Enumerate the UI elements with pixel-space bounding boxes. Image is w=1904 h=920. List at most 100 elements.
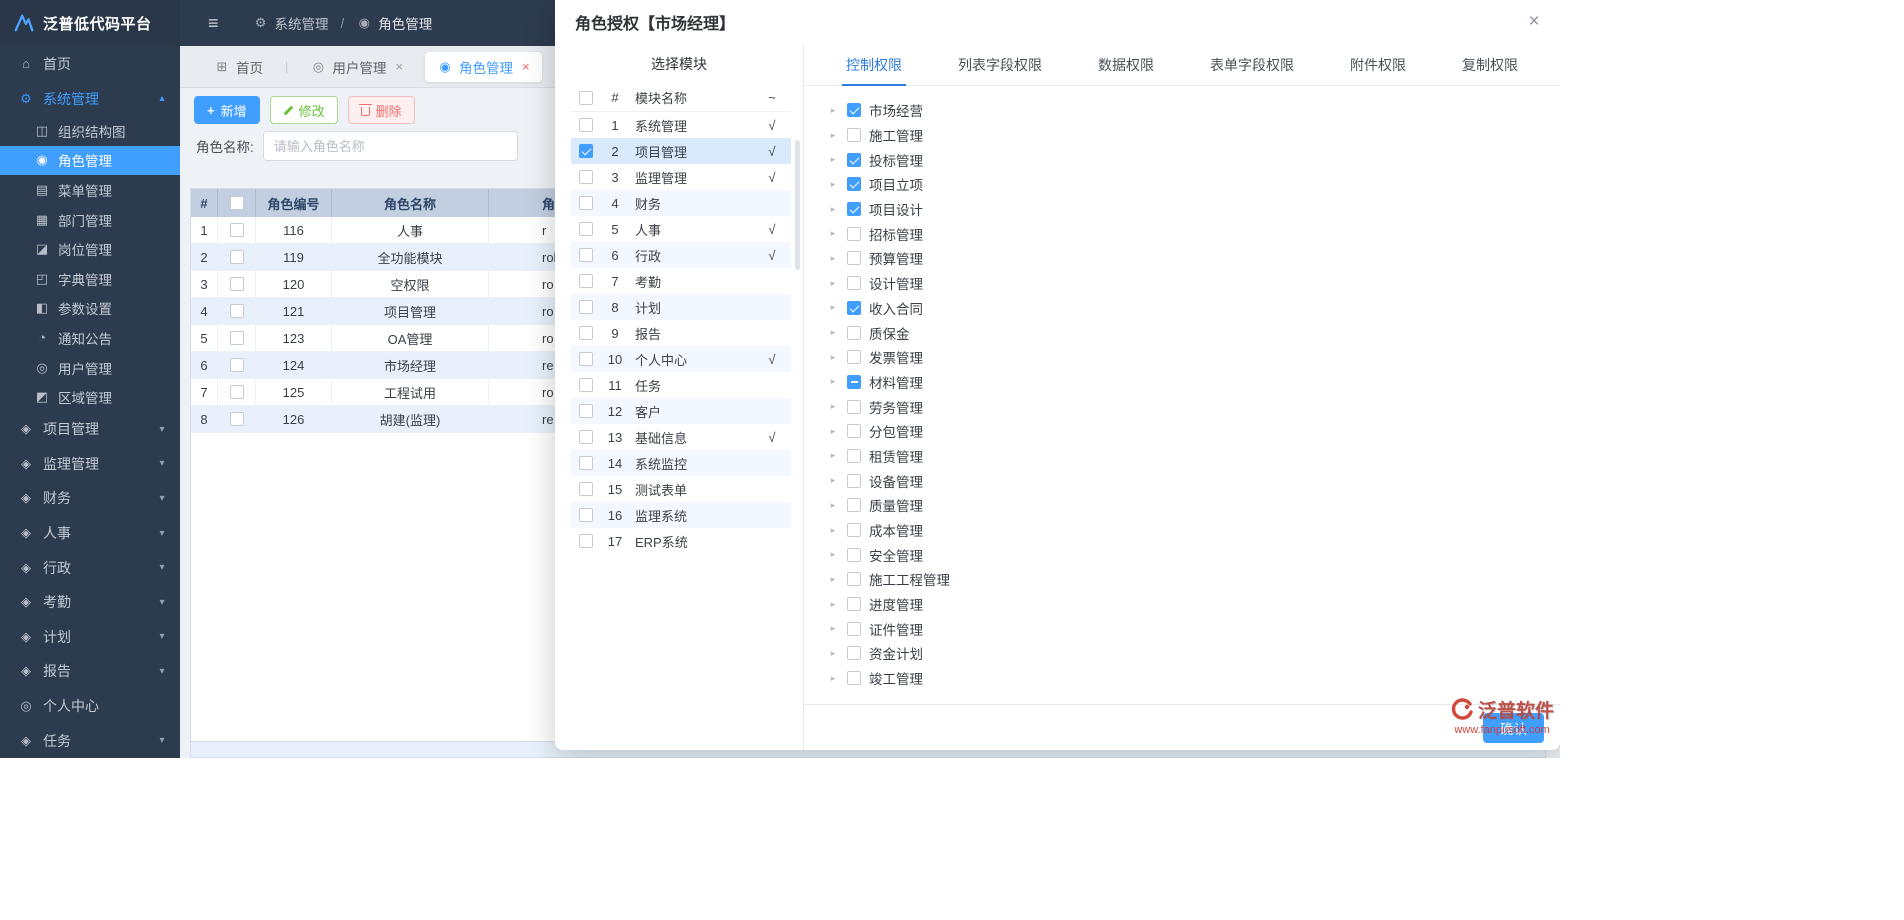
tree-item[interactable]: 发票管理 bbox=[827, 345, 1560, 370]
tree-item[interactable]: 市场经营 bbox=[827, 98, 1560, 123]
module-checkbox[interactable] bbox=[579, 482, 593, 496]
delete-button[interactable]: 删除 bbox=[348, 96, 415, 124]
tree-checkbox[interactable] bbox=[847, 177, 861, 191]
tree-checkbox[interactable] bbox=[847, 424, 861, 438]
tree-item[interactable]: 项目设计 bbox=[827, 197, 1560, 222]
sidebar-subitem[interactable]: 岗位管理 bbox=[0, 234, 180, 264]
caret-right-icon[interactable] bbox=[827, 253, 839, 264]
module-row[interactable]: 7 考勤 bbox=[571, 268, 791, 294]
sidebar-group[interactable]: 计划 bbox=[0, 620, 180, 655]
tree-checkbox[interactable] bbox=[847, 400, 861, 414]
caret-right-icon[interactable] bbox=[827, 204, 839, 215]
sidebar-group[interactable]: 个人中心 bbox=[0, 689, 180, 724]
permission-tab[interactable]: 控制权限 bbox=[842, 44, 906, 85]
tree-checkbox[interactable] bbox=[847, 153, 861, 167]
tree-checkbox[interactable] bbox=[847, 103, 861, 117]
module-row[interactable]: 8 计划 bbox=[571, 294, 791, 320]
caret-right-icon[interactable] bbox=[827, 401, 839, 412]
module-row[interactable]: 15 测试表单 bbox=[571, 476, 791, 502]
tree-item[interactable]: 施工管理 bbox=[827, 123, 1560, 148]
sidebar-group[interactable]: 人事 bbox=[0, 516, 180, 551]
permission-tab[interactable]: 附件权限 bbox=[1346, 44, 1410, 85]
tab[interactable]: 用户管理 bbox=[298, 52, 415, 82]
caret-right-icon[interactable] bbox=[827, 549, 839, 560]
tree-item[interactable]: 资金计划 bbox=[827, 641, 1560, 666]
caret-right-icon[interactable] bbox=[827, 623, 839, 634]
permission-tab[interactable]: 表单字段权限 bbox=[1206, 44, 1298, 85]
tree-checkbox[interactable] bbox=[847, 523, 861, 537]
tree-item[interactable]: 进度管理 bbox=[827, 592, 1560, 617]
role-name-input[interactable] bbox=[263, 131, 518, 161]
module-checkbox[interactable] bbox=[579, 170, 593, 184]
module-row[interactable]: 5 人事 √ bbox=[571, 216, 791, 242]
tab-home[interactable]: 首页 bbox=[202, 52, 275, 82]
sidebar-item-system[interactable]: 系统管理 bbox=[0, 81, 180, 116]
module-row[interactable]: 3 监理管理 √ bbox=[571, 164, 791, 190]
module-row[interactable]: 13 基础信息 √ bbox=[571, 424, 791, 450]
module-checkbox[interactable] bbox=[579, 378, 593, 392]
module-checkbox[interactable] bbox=[579, 404, 593, 418]
sidebar-subitem[interactable]: 通知公告 bbox=[0, 323, 180, 353]
tree-item[interactable]: 项目立项 bbox=[827, 172, 1560, 197]
tree-checkbox[interactable] bbox=[847, 548, 861, 562]
tree-item[interactable]: 质保金 bbox=[827, 320, 1560, 345]
module-row[interactable]: 4 财务 bbox=[571, 190, 791, 216]
row-checkbox[interactable] bbox=[230, 304, 244, 318]
tree-item[interactable]: 分包管理 bbox=[827, 419, 1560, 444]
caret-right-icon[interactable] bbox=[827, 105, 839, 116]
tree-item[interactable]: 质量管理 bbox=[827, 493, 1560, 518]
permission-tab[interactable]: 列表字段权限 bbox=[954, 44, 1046, 85]
tree-item[interactable]: 材料管理 bbox=[827, 370, 1560, 395]
sidebar-subitem[interactable]: 菜单管理 bbox=[0, 175, 180, 205]
permission-tab[interactable]: 数据权限 bbox=[1094, 44, 1158, 85]
module-row[interactable]: 16 监理系统 bbox=[571, 502, 791, 528]
tree-item[interactable]: 租赁管理 bbox=[827, 444, 1560, 469]
tree-checkbox[interactable] bbox=[847, 498, 861, 512]
tree-checkbox[interactable] bbox=[847, 449, 861, 463]
select-all-checkbox[interactable] bbox=[230, 196, 244, 210]
caret-right-icon[interactable] bbox=[827, 648, 839, 659]
tree-item[interactable]: 证件管理 bbox=[827, 616, 1560, 641]
module-checkbox[interactable] bbox=[579, 196, 593, 210]
sidebar-subitem[interactable]: 字典管理 bbox=[0, 264, 180, 294]
caret-right-icon[interactable] bbox=[827, 352, 839, 363]
sidebar-subitem[interactable]: 部门管理 bbox=[0, 205, 180, 235]
tree-checkbox[interactable] bbox=[847, 326, 861, 340]
sidebar-item-home[interactable]: 首页 bbox=[0, 46, 180, 81]
caret-right-icon[interactable] bbox=[827, 376, 839, 387]
caret-right-icon[interactable] bbox=[827, 130, 839, 141]
tree-checkbox[interactable] bbox=[847, 622, 861, 636]
edit-button[interactable]: 修改 bbox=[270, 96, 338, 124]
tree-checkbox[interactable] bbox=[847, 202, 861, 216]
sidebar-group[interactable]: 财务 bbox=[0, 481, 180, 516]
caret-right-icon[interactable] bbox=[827, 673, 839, 684]
row-checkbox[interactable] bbox=[230, 277, 244, 291]
caret-right-icon[interactable] bbox=[827, 426, 839, 437]
module-row[interactable]: 2 项目管理 √ bbox=[571, 138, 791, 164]
sidebar-subitem[interactable]: 角色管理 bbox=[0, 146, 180, 176]
tree-item[interactable]: 预算管理 bbox=[827, 246, 1560, 271]
module-row[interactable]: 17 ERP系统 bbox=[571, 528, 791, 554]
tree-checkbox[interactable] bbox=[847, 597, 861, 611]
module-checkbox[interactable] bbox=[579, 274, 593, 288]
tree-item[interactable]: 施工工程管理 bbox=[827, 567, 1560, 592]
tree-item[interactable]: 投标管理 bbox=[827, 147, 1560, 172]
module-checkbox[interactable] bbox=[579, 118, 593, 132]
tree-checkbox[interactable] bbox=[847, 375, 861, 389]
row-checkbox[interactable] bbox=[230, 385, 244, 399]
row-checkbox[interactable] bbox=[230, 250, 244, 264]
sidebar-subitem[interactable]: 组织结构图 bbox=[0, 116, 180, 146]
caret-right-icon[interactable] bbox=[827, 179, 839, 190]
tree-checkbox[interactable] bbox=[847, 350, 861, 364]
tree-item[interactable]: 设计管理 bbox=[827, 271, 1560, 296]
sidebar-subitem[interactable]: 用户管理 bbox=[0, 353, 180, 383]
module-checkbox[interactable] bbox=[579, 222, 593, 236]
module-checkbox[interactable] bbox=[579, 300, 593, 314]
tree-item[interactable]: 安全管理 bbox=[827, 542, 1560, 567]
module-row[interactable]: 6 行政 √ bbox=[571, 242, 791, 268]
tree-checkbox[interactable] bbox=[847, 646, 861, 660]
row-checkbox[interactable] bbox=[230, 223, 244, 237]
tree-item[interactable]: 收入合同 bbox=[827, 296, 1560, 321]
permission-tab[interactable]: 复制权限 bbox=[1458, 44, 1522, 85]
caret-right-icon[interactable] bbox=[827, 302, 839, 313]
